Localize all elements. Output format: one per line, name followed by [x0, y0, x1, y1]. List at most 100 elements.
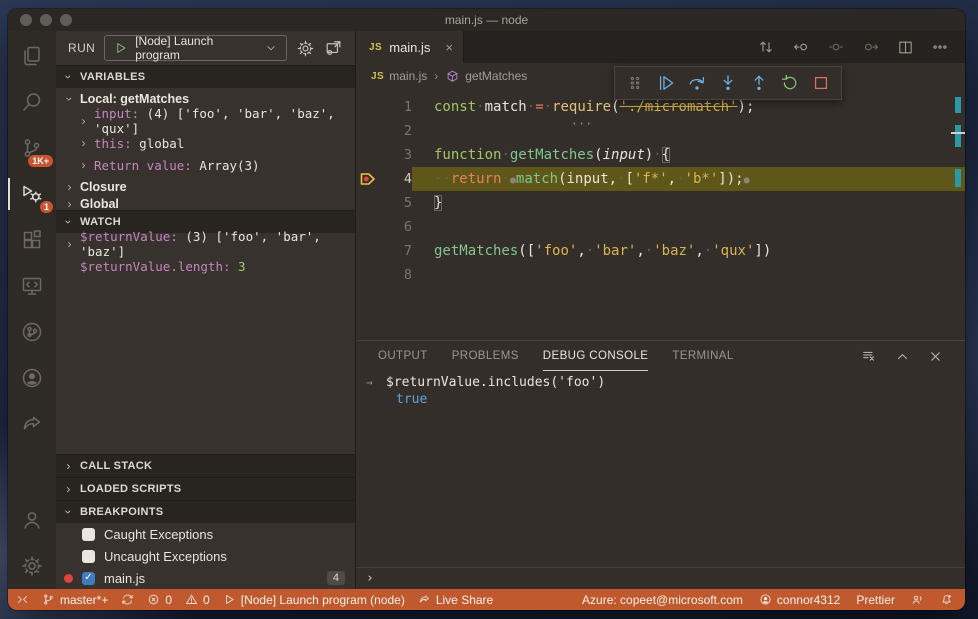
code-line-text[interactable]: getMatches(['foo',·'bar',·'baz',·'qux']): [412, 239, 965, 263]
status-notifications[interactable]: [940, 593, 953, 606]
files-icon: [20, 44, 44, 68]
method-symbol-icon: [445, 69, 460, 84]
breakpoints-section-header[interactable]: › BREAKPOINTS: [56, 500, 355, 523]
breakpoint-row[interactable]: ✓ main.js 4: [56, 567, 355, 589]
activity-item-live-share[interactable]: [8, 401, 56, 447]
scope-label: Global: [80, 198, 119, 210]
code-line-text[interactable]: [412, 215, 965, 239]
status-errors[interactable]: 0: [147, 593, 172, 607]
gutter-glyph-margin[interactable]: [356, 119, 380, 143]
activity-item-explorer[interactable]: [8, 33, 56, 79]
status-github-account[interactable]: connor4312: [759, 593, 840, 607]
breakpoint-checkbox[interactable]: ✓: [82, 571, 95, 585]
status-prettier[interactable]: Prettier: [856, 593, 895, 607]
line-number: 6: [403, 219, 412, 235]
tab-main-js[interactable]: JS main.js ×: [356, 31, 465, 63]
panel-tab-problems[interactable]: PROBLEMS: [452, 341, 519, 371]
breakpoint-label: Caught Exceptions: [104, 526, 214, 542]
variables-row[interactable]: › Global: [56, 198, 355, 210]
activity-item-github[interactable]: [8, 355, 56, 401]
code-line-text[interactable]: [412, 119, 965, 143]
panel-tab-terminal[interactable]: TERMINAL: [672, 341, 733, 371]
status-label: [Node] Launch program (node): [240, 592, 405, 607]
step-into-button[interactable]: [713, 69, 743, 97]
panel-tab-output[interactable]: OUTPUT: [378, 341, 428, 371]
activity-item-run-debug[interactable]: 1: [8, 171, 56, 217]
variables-section-header[interactable]: › VARIABLES: [56, 65, 355, 88]
stop-button[interactable]: [806, 69, 836, 97]
close-icon[interactable]: [928, 349, 943, 364]
clear-console-icon[interactable]: [861, 348, 877, 364]
activity-item-settings[interactable]: [8, 543, 56, 589]
debug-console[interactable]: → $returnValue.includes('foo') true: [356, 371, 965, 567]
close-window-button[interactable]: [20, 14, 32, 26]
activity-item-remote-explorer[interactable]: [8, 263, 56, 309]
debug-console-input[interactable]: ›: [356, 567, 965, 589]
breadcrumb-item-getMatches[interactable]: getMatches: [445, 69, 527, 84]
status-live-share[interactable]: Live Share: [418, 593, 493, 607]
maximize-window-button[interactable]: [60, 14, 72, 26]
gutter-glyph-margin[interactable]: [356, 215, 380, 239]
variables-row[interactable]: › Return value: Array(3): [56, 154, 355, 176]
gutter-glyph-margin[interactable]: [356, 239, 380, 263]
status-warnings[interactable]: 0: [185, 593, 210, 607]
minimize-window-button[interactable]: [40, 14, 52, 26]
debug-toolbar: [614, 66, 842, 100]
activity-item-extensions[interactable]: [8, 217, 56, 263]
breakpoint-label: main.js: [104, 570, 146, 586]
toolbar-drag-handle-icon[interactable]: [620, 69, 650, 97]
status-remote[interactable]: [16, 593, 29, 606]
gutter-glyph-margin[interactable]: [356, 263, 380, 287]
activity-item-pull-requests[interactable]: [8, 309, 56, 355]
activity-item-search[interactable]: [8, 79, 56, 125]
call-stack-section-header[interactable]: › CALL STACK: [56, 454, 355, 477]
breakpoint-checkbox[interactable]: [82, 527, 95, 541]
watch-row[interactable]: › $returnValue: (3) ['foo', 'bar', 'baz']: [56, 229, 355, 259]
activity-item-source-control[interactable]: 1K+: [8, 125, 56, 171]
status-azure-account[interactable]: Azure: copeet@microsoft.com: [582, 593, 743, 607]
breakpoint-checkbox[interactable]: [82, 549, 95, 563]
more-actions-icon[interactable]: [931, 38, 949, 56]
line-number: 8: [403, 267, 412, 283]
panel-tab-debug-console[interactable]: DEBUG CONSOLE: [542, 341, 649, 371]
status-debug-config[interactable]: [Node] Launch program (node): [223, 593, 405, 607]
breadcrumb-item-main.js[interactable]: JS main.js: [371, 69, 427, 83]
split-editor-icon[interactable]: [897, 39, 914, 56]
nav-forward-icon[interactable]: [862, 38, 880, 56]
nav-location-icon[interactable]: [827, 38, 845, 56]
configure-gear-button[interactable]: [296, 39, 315, 58]
status-sync[interactable]: [121, 593, 134, 606]
variables-row[interactable]: › input: (4) ['foo', 'bar', 'baz', 'qux']: [56, 106, 355, 136]
activity-item-account[interactable]: [8, 497, 56, 543]
current-statement-breakpoint-icon[interactable]: [356, 167, 380, 191]
step-out-button[interactable]: [744, 69, 774, 97]
start-debug-icon[interactable]: [114, 41, 128, 55]
code-line-text[interactable]: [412, 263, 965, 287]
gutter-glyph-margin[interactable]: [356, 191, 380, 215]
launch-config-dropdown[interactable]: [Node] Launch program: [104, 34, 287, 62]
run-label: RUN: [68, 41, 96, 55]
loaded-scripts-section-header[interactable]: › LOADED SCRIPTS: [56, 477, 355, 500]
status-feedback[interactable]: [911, 593, 924, 606]
open-debug-console-button[interactable]: [324, 39, 343, 58]
activity-bar: 1K+ 1: [8, 31, 56, 589]
overview-ruler[interactable]: [951, 89, 965, 340]
continue-button[interactable]: [651, 69, 681, 97]
collapse-panel-icon[interactable]: [895, 349, 910, 364]
code-line-text[interactable]: function·getMatches(input)·{: [412, 143, 965, 167]
breakpoint-row[interactable]: Caught Exceptions: [56, 523, 355, 545]
gutter-glyph-margin[interactable]: [356, 95, 380, 119]
variable-name: $returnValue:: [80, 229, 178, 244]
nav-back-icon[interactable]: [792, 38, 810, 56]
close-tab-icon[interactable]: ×: [445, 40, 453, 55]
status-branch[interactable]: master*+: [42, 593, 108, 607]
code-line-text[interactable]: ··return·●match(input,·['f*',·'b*']);●: [412, 167, 965, 191]
step-over-button[interactable]: [682, 69, 712, 97]
restart-button[interactable]: [775, 69, 805, 97]
code-line-text[interactable]: }: [412, 191, 965, 215]
variables-row[interactable]: › Closure: [56, 176, 355, 198]
compare-changes-icon[interactable]: [757, 38, 775, 56]
breakpoint-row[interactable]: Uncaught Exceptions: [56, 545, 355, 567]
gutter-glyph-margin[interactable]: [356, 143, 380, 167]
account-icon: [20, 508, 44, 532]
